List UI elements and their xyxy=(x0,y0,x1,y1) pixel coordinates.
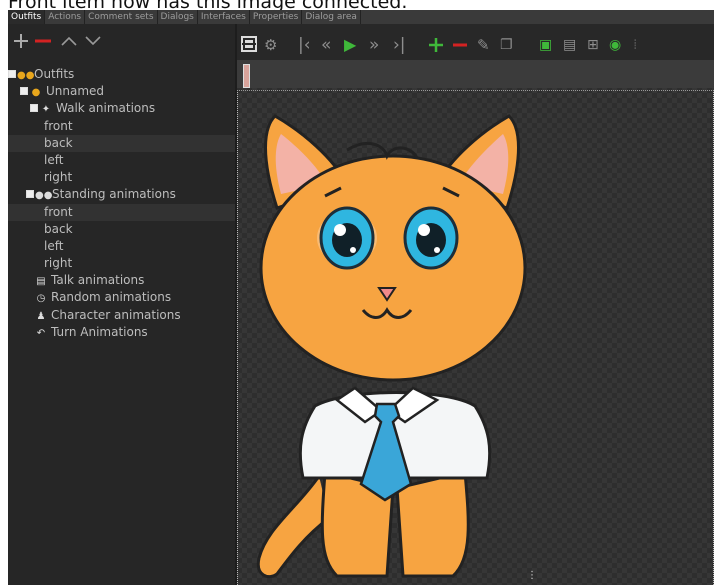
tree-item-walk-back[interactable]: back xyxy=(8,134,235,152)
resize-handle-icon[interactable]: ⋮ xyxy=(527,570,537,581)
frame-thumbnail[interactable] xyxy=(243,64,250,88)
tree-item-unnamed[interactable]: ● Unnamed xyxy=(8,83,235,100)
tab-actions[interactable]: Actions xyxy=(45,10,86,24)
turn-icon: ↶ xyxy=(36,327,46,339)
tab-outfits[interactable]: Outfits xyxy=(8,10,46,24)
film-icon[interactable] xyxy=(241,36,257,52)
standing-icon: ●● xyxy=(35,190,53,202)
animation-toolbar: ⚙ |‹ « ▶ » ›| ✎ ❐ ▣ ▤ ⊞ ◉ ⁞ xyxy=(237,30,714,60)
collapse-icon[interactable] xyxy=(20,86,28,95)
minus-icon[interactable] xyxy=(33,32,53,50)
pencil-icon[interactable]: ✎ xyxy=(477,35,490,55)
outfits-tree: ●●Outfits ● Unnamed ✦ Walk animations fron… xyxy=(8,66,235,341)
outfits-toolbar xyxy=(8,24,235,59)
tree-item-talk-animations[interactable]: ▤ Talk animations xyxy=(8,272,235,289)
tab-dialog-area[interactable]: Dialog area xyxy=(302,10,361,24)
cat-sprite-image xyxy=(256,114,527,579)
rewind-icon[interactable]: « xyxy=(321,35,331,55)
frames-icon[interactable]: ▤ xyxy=(563,35,576,55)
clock-icon: ◷ xyxy=(36,293,46,305)
eye-icon[interactable]: ◉ xyxy=(609,35,621,55)
walking-icon: ✦ xyxy=(41,104,51,116)
tree-item-random-animations[interactable]: ◷ Random animations xyxy=(8,289,235,306)
tab-bar: Outfits Actions Comment sets Dialogs Int… xyxy=(8,10,714,24)
layers-icon[interactable]: ▣ xyxy=(539,35,552,55)
remove-frame-icon[interactable] xyxy=(451,36,469,54)
play-icon[interactable]: ▶ xyxy=(344,35,356,55)
tab-properties[interactable]: Properties xyxy=(250,10,303,24)
animation-editor: ⚙ |‹ « ▶ » ›| ✎ ❐ ▣ ▤ ⊞ ◉ ⁞ ⋮ xyxy=(237,24,714,585)
tree-item-turn-animations[interactable]: ↶ Turn Animations xyxy=(8,324,235,341)
tree-item-walk-left[interactable]: left xyxy=(8,152,235,169)
first-frame-icon[interactable]: |‹ xyxy=(298,35,311,55)
editor-window: Outfits Actions Comment sets Dialogs Int… xyxy=(8,10,714,585)
footsteps-icon[interactable]: ⁞ xyxy=(633,35,637,55)
tree-item-standing-front[interactable]: front xyxy=(8,203,235,221)
tree-item-walk-front[interactable]: front xyxy=(8,118,235,135)
tree-item-standing-right[interactable]: right xyxy=(8,255,235,272)
canvas[interactable]: ⋮ xyxy=(237,88,714,585)
collapse-icon[interactable] xyxy=(26,189,34,198)
frame-strip xyxy=(237,60,714,88)
fast-forward-icon[interactable]: » xyxy=(369,35,379,55)
person-icon: ♟ xyxy=(36,310,46,322)
tree-item-character-animations[interactable]: ♟ Character animations xyxy=(8,307,235,324)
tab-comment-sets[interactable]: Comment sets xyxy=(85,10,158,24)
tree-item-standing-back[interactable]: back xyxy=(8,221,235,238)
group-icon: ●● xyxy=(17,70,35,81)
tree-item-standing-left[interactable]: left xyxy=(8,238,235,255)
tree-item-standing-animations[interactable]: ●●Standing animations xyxy=(8,186,235,203)
copy-icon[interactable]: ❐ xyxy=(500,35,513,55)
add-frame-icon[interactable] xyxy=(427,36,445,54)
collapse-icon[interactable] xyxy=(8,69,16,78)
tab-dialogs[interactable]: Dialogs xyxy=(158,10,198,24)
chevron-down-icon[interactable] xyxy=(83,32,103,50)
outfits-panel: ●●Outfits ● Unnamed ✦ Walk animations fron… xyxy=(8,24,235,585)
last-frame-icon[interactable]: ›| xyxy=(393,35,406,55)
tree-item-walk-right[interactable]: right xyxy=(8,169,235,186)
tree-item-walk-animations[interactable]: ✦ Walk animations xyxy=(8,100,235,117)
gear-icon[interactable]: ⚙ xyxy=(264,35,277,55)
person-icon: ● xyxy=(31,87,41,99)
plus-icon[interactable] xyxy=(11,32,31,50)
collapse-icon[interactable] xyxy=(30,103,38,112)
grid-icon[interactable]: ⊞ xyxy=(587,35,599,55)
speech-icon: ▤ xyxy=(36,276,46,288)
tab-interfaces[interactable]: Interfaces xyxy=(198,10,250,24)
tree-item-outfits[interactable]: ●●Outfits xyxy=(8,66,235,83)
chevron-up-icon[interactable] xyxy=(59,32,79,50)
